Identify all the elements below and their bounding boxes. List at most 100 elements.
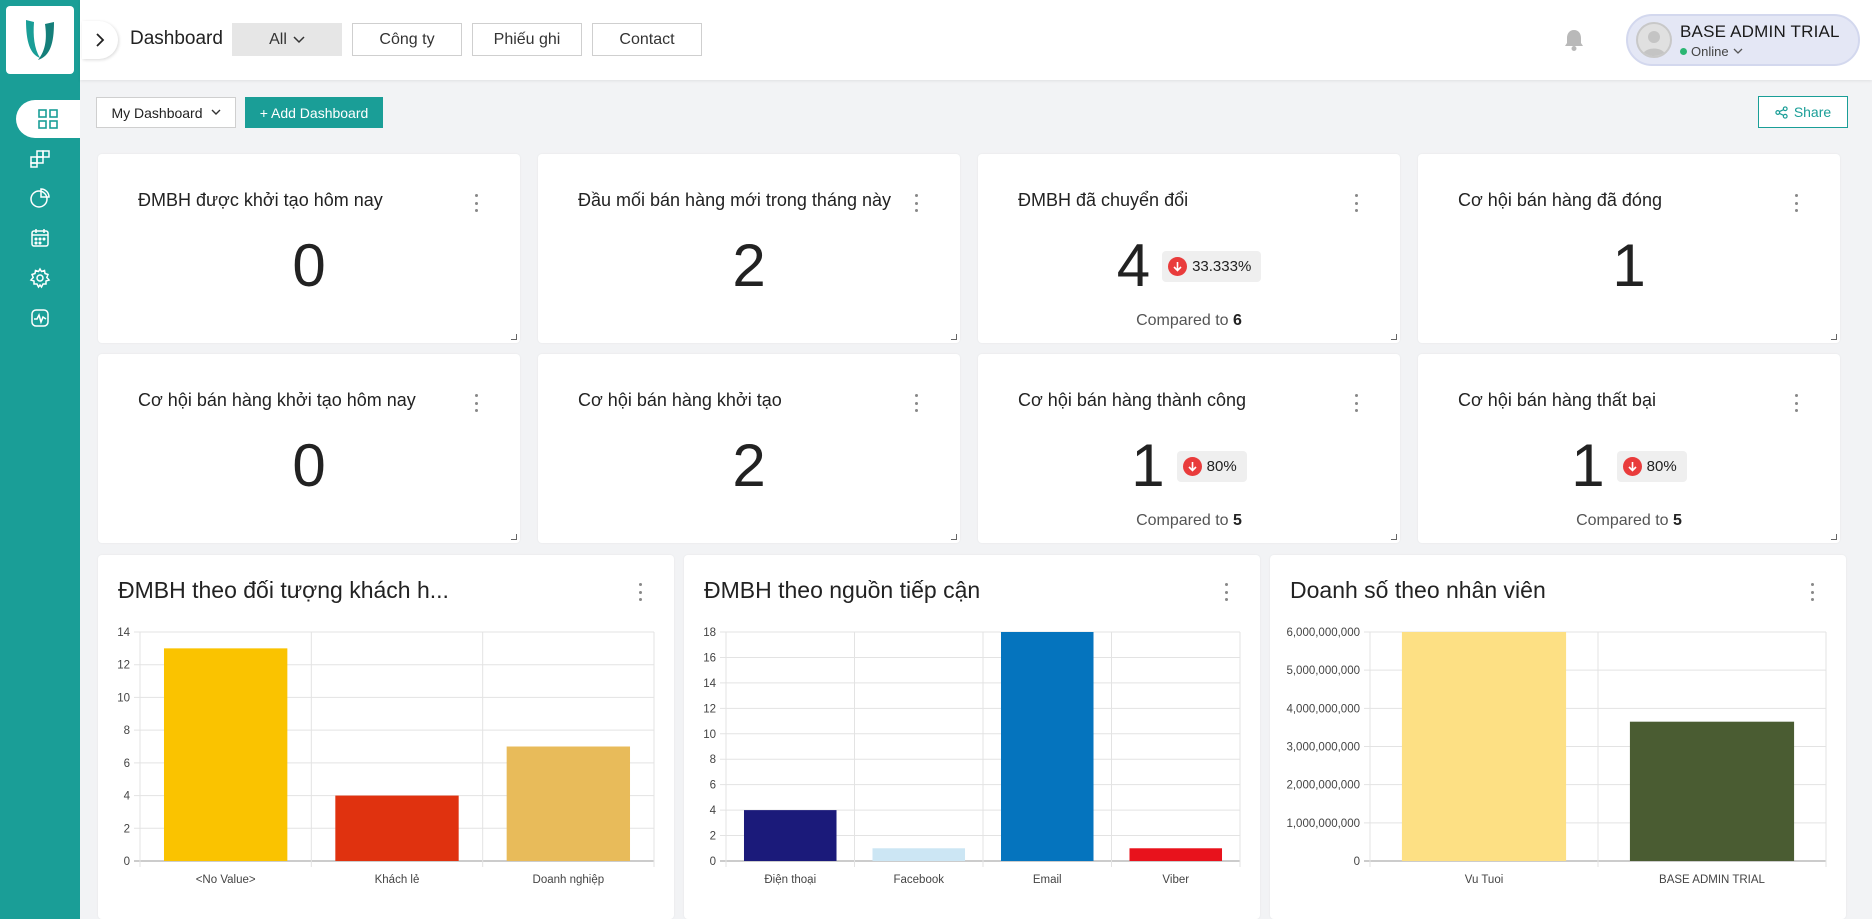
kpi-value: 1 [1571,432,1605,499]
tab-label: Phiếu ghi [493,30,561,48]
compare-value: 5 [1233,512,1242,529]
compare-text: Compared to 5 [1418,512,1840,530]
compare-text: Compared to 6 [978,312,1400,330]
nav-modules[interactable] [16,139,64,177]
compare-label: Compared to [1136,312,1229,329]
bar-chart: 0 1,000,000,000 2,000,000,000 3,000,000,000… [1286,627,1827,886]
kpi-value: 2 [732,232,766,299]
change-value: 80% [1206,457,1237,475]
more-options-icon[interactable] [914,394,918,412]
y-tick-label: 2,000,000,000 [1286,780,1360,792]
kpi-card: Cơ hội bán hàng khởi tạo 2 [538,354,960,543]
resize-handle[interactable] [1831,334,1837,340]
resize-handle[interactable] [1391,534,1397,540]
x-tick-label: Khách lẻ [375,874,420,886]
share-icon [1775,105,1788,119]
y-tick-label: 10 [703,729,716,741]
bar[interactable] [1629,721,1795,861]
kpi-value: 0 [292,232,326,299]
more-options-icon[interactable] [474,194,478,212]
bar[interactable] [335,795,459,861]
tab-contact[interactable]: Contact [592,23,702,56]
kpi-card: Cơ hội bán hàng thành công 1 80% Compare… [978,354,1400,543]
more-options-icon[interactable] [1354,194,1358,212]
nav-dashboard[interactable] [16,100,80,138]
resize-handle[interactable] [1391,334,1397,340]
x-tick-label: Doanh nghiệp [533,874,605,886]
bar[interactable] [163,648,288,861]
nav-settings[interactable] [16,259,64,297]
y-tick-label: 4 [710,805,717,817]
resize-handle[interactable] [951,334,957,340]
arrow-down-icon [1168,256,1188,276]
kpi-card: ĐMBH đã chuyển đổi 4 33.333% Compared to… [978,154,1400,343]
user-status-label: Online [1691,44,1729,59]
more-options-icon[interactable] [1794,394,1798,412]
more-options-icon[interactable] [1794,194,1798,212]
resize-handle[interactable] [511,534,517,540]
nav-reports[interactable] [16,179,64,217]
y-tick-label: 14 [703,678,716,690]
y-tick-label: 0 [710,856,716,868]
chart-card: ĐMBH theo đối tượng khách h... 0 2 4 6 8 10 12… [98,555,674,919]
compare-label: Compared to [1136,512,1229,529]
bar[interactable] [872,848,966,861]
tab-label: Công ty [379,30,435,48]
y-tick-label: 2 [124,823,130,835]
tab-cong-ty[interactable]: Công ty [352,23,462,56]
more-options-icon[interactable] [1354,394,1358,412]
dashboard-select[interactable]: My Dashboard [96,97,236,128]
kpi-title: ĐMBH đã chuyển đổi [1018,190,1189,210]
y-tick-label: 4 [124,791,131,803]
kpi-value: 2 [732,432,766,499]
notification-button[interactable] [1560,26,1588,54]
bar[interactable] [743,810,837,861]
sidebar [0,0,80,919]
tab-all[interactable]: All [232,23,342,56]
tab-label: All [269,30,287,48]
chevron-down-icon [1733,48,1743,54]
y-tick-label: 14 [117,627,130,639]
compare-value: 5 [1673,512,1682,529]
user-name: BASE ADMIN TRIAL [1680,22,1840,41]
y-tick-label: 5,000,000,000 [1286,665,1360,677]
add-dashboard-button[interactable]: + Add Dashboard [245,97,383,128]
y-tick-label: 12 [703,703,716,715]
x-tick-label: Email [1033,874,1062,886]
dashboard-select-label: My Dashboard [111,104,203,121]
bar[interactable] [1401,632,1567,861]
y-tick-label: 8 [710,754,716,766]
kpi-value: 1 [1131,432,1165,499]
resize-handle[interactable] [511,334,517,340]
bar-chart: 0 2 4 6 8 10 12 14 <No Value> Khách lẻ Doanh nghiệ… [117,627,655,886]
nav-activity[interactable] [16,299,64,337]
change-badge: 33.333% [1162,250,1262,282]
kpi-title: Cơ hội bán hàng đã đóng [1458,190,1662,210]
more-options-icon[interactable] [474,394,478,412]
x-tick-label: <No Value> [196,874,256,886]
sidebar-toggle-button[interactable] [82,21,118,59]
nav-calendar[interactable] [16,219,64,257]
logo-icon [26,20,54,60]
bar[interactable] [1129,848,1223,861]
resize-handle[interactable] [951,534,957,540]
compare-text: Compared to 5 [978,512,1400,530]
bar[interactable] [1000,632,1094,861]
user-menu[interactable]: BASE ADMIN TRIAL Online [1626,14,1860,66]
page-title: Dashboard [130,28,223,49]
resize-handle[interactable] [1831,534,1837,540]
tab-phieu-ghi[interactable]: Phiếu ghi [472,23,582,56]
x-tick-label: Vu Tuoi [1465,874,1504,886]
share-button[interactable]: Share [1758,96,1848,128]
kpi-card: Đầu mối bán hàng mới trong tháng này 2 [538,154,960,343]
brand-logo[interactable] [6,6,74,74]
y-tick-label: 18 [703,627,716,639]
kpi-title: Đầu mối bán hàng mới trong tháng này [578,190,891,210]
compare-value: 6 [1233,312,1242,329]
y-tick-label: 0 [124,856,130,868]
user-status[interactable]: Online [1680,44,1743,59]
kpi-title: Cơ hội bán hàng thành công [1018,390,1246,410]
gear-icon [29,267,51,289]
bar[interactable] [506,746,631,862]
more-options-icon[interactable] [914,194,918,212]
